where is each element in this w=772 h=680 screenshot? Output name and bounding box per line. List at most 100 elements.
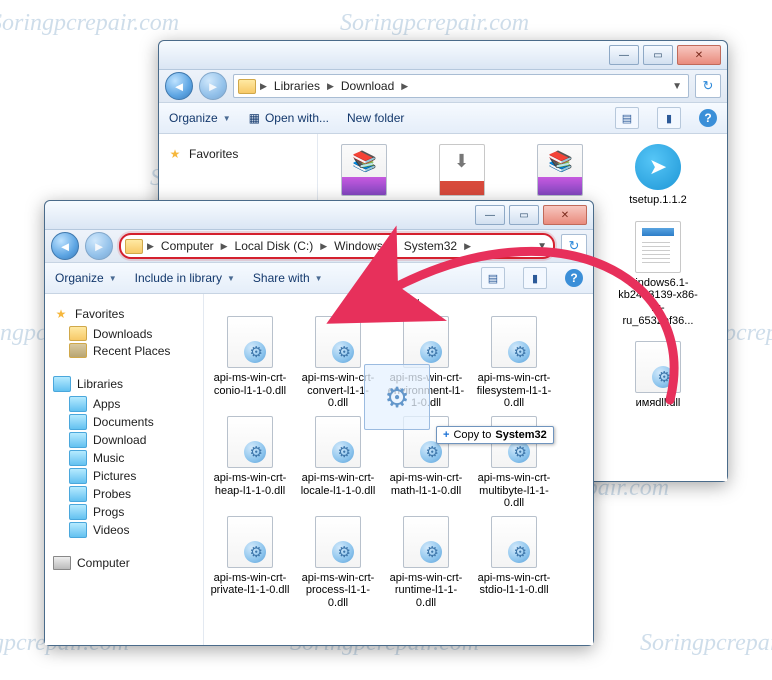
forward-button[interactable]: ► bbox=[199, 72, 227, 100]
nav-library-item[interactable]: Music bbox=[69, 450, 199, 466]
breadcrumb-item[interactable]: Local Disk (C:) bbox=[232, 238, 317, 254]
chevron-down-icon[interactable]: ▼ bbox=[535, 241, 549, 252]
breadcrumb-item[interactable]: Download bbox=[338, 78, 397, 94]
refresh-button[interactable]: ↻ bbox=[561, 234, 587, 258]
address-bar[interactable]: ▶ Computer ▶ Local Disk (C:) ▶ Windows ▶… bbox=[119, 233, 555, 259]
organize-menu[interactable]: Organize▼ bbox=[55, 271, 117, 285]
nav-library-item[interactable]: Probes bbox=[69, 486, 199, 502]
help-button[interactable]: ? bbox=[699, 109, 717, 127]
file-item[interactable]: api-ms-win-crt-math-l1-1-0.dll bbox=[386, 416, 466, 510]
close-button[interactable]: ✕ bbox=[677, 45, 721, 65]
dll-icon bbox=[315, 416, 361, 468]
dll-icon bbox=[227, 516, 273, 568]
file-item[interactable]: api-ms-win-crt-environment-l1-1-0.dll bbox=[386, 316, 466, 410]
telegram-icon: ➤ bbox=[635, 144, 681, 190]
dll-icon bbox=[403, 316, 449, 368]
folder-icon bbox=[69, 343, 87, 358]
rar-icon bbox=[537, 144, 583, 196]
file-item[interactable]: api-ms-win-crt-private-l1-1-0.dll bbox=[210, 516, 290, 610]
address-bar[interactable]: ▶ Libraries ▶ Download ▶ ▼ bbox=[233, 74, 689, 98]
include-in-library-menu[interactable]: Include in library▼ bbox=[135, 271, 235, 285]
new-folder-button[interactable]: New folder bbox=[347, 111, 404, 125]
nav-bar: ◄ ► ▶ Computer ▶ Local Disk (C:) ▶ Windo… bbox=[45, 230, 593, 263]
file-item[interactable]: api-ms-win-crt-process-l1-1-0.dll bbox=[298, 516, 378, 610]
file-item[interactable]: ➤tsetup.1.1.2 bbox=[618, 144, 698, 207]
library-icon bbox=[69, 486, 87, 502]
view-options[interactable]: ▤ bbox=[615, 107, 639, 129]
library-icon bbox=[69, 432, 87, 448]
dll-icon bbox=[227, 316, 273, 368]
nav-downloads[interactable]: Downloads bbox=[69, 326, 199, 341]
star-icon: ★ bbox=[167, 146, 183, 162]
file-item[interactable]: api-ms-win-crt-filesystem-l1-1-0.dll bbox=[474, 316, 554, 410]
forward-button[interactable]: ► bbox=[85, 232, 113, 260]
folder-icon bbox=[69, 326, 87, 341]
file-item[interactable]: имяdll.dll bbox=[618, 341, 698, 410]
dll-icon bbox=[491, 516, 537, 568]
dll-icon bbox=[491, 316, 537, 368]
dll-icon bbox=[315, 316, 361, 368]
back-button[interactable]: ◄ bbox=[165, 72, 193, 100]
close-button[interactable]: ✕ bbox=[543, 205, 587, 225]
file-item[interactable] bbox=[422, 144, 502, 207]
share-with-menu[interactable]: Share with▼ bbox=[253, 271, 323, 285]
breadcrumb-item[interactable]: Libraries bbox=[271, 78, 323, 94]
libraries-icon bbox=[53, 376, 71, 392]
minimize-button[interactable]: — bbox=[609, 45, 639, 65]
folder-icon bbox=[125, 239, 143, 254]
toolbar: Organize▼ Include in library▼ Share with… bbox=[45, 263, 593, 294]
organize-menu[interactable]: Organize▼ bbox=[169, 111, 231, 125]
library-icon bbox=[69, 414, 87, 430]
dll-icon bbox=[315, 516, 361, 568]
refresh-button[interactable]: ↻ bbox=[695, 74, 721, 98]
nav-recent-places[interactable]: Recent Places bbox=[69, 343, 199, 358]
view-options[interactable]: ▤ bbox=[481, 267, 505, 289]
breadcrumb-item[interactable]: Windows bbox=[331, 238, 386, 254]
text-file-icon bbox=[635, 221, 681, 273]
nav-library-item[interactable]: Videos bbox=[69, 522, 199, 538]
library-icon bbox=[69, 450, 87, 466]
preview-pane-toggle[interactable]: ▮ bbox=[657, 107, 681, 129]
maximize-button[interactable]: ▭ bbox=[643, 45, 673, 65]
content-pane[interactable]: l1-1-1.dll api-ms-win-crt-conio-l1-1-0.d… bbox=[204, 294, 593, 645]
file-item[interactable]: api-ms-win-crt-locale-l1-1-0.dll bbox=[298, 416, 378, 510]
file-item[interactable]: api-ms-win-crt-conio-l1-1-0.dll bbox=[210, 316, 290, 410]
breadcrumb-item[interactable]: System32 bbox=[401, 238, 460, 254]
favorites-section[interactable]: ★Favorites bbox=[53, 306, 199, 322]
star-icon: ★ bbox=[53, 306, 69, 322]
file-item[interactable]: api-ms-win-crt-convert-l1-1-0.dll bbox=[298, 316, 378, 410]
chevron-down-icon[interactable]: ▼ bbox=[670, 81, 684, 92]
file-item[interactable] bbox=[520, 144, 600, 207]
file-item[interactable]: windows6.1-kb2483139-x86-ru-ru_6532bf36.… bbox=[618, 221, 698, 328]
library-icon bbox=[69, 468, 87, 484]
preview-pane-toggle[interactable]: ▮ bbox=[523, 267, 547, 289]
titlebar: — ▭ ✕ bbox=[45, 201, 593, 230]
file-item[interactable]: api-ms-win-crt-heap-l1-1-0.dll bbox=[210, 416, 290, 510]
toolbar: Organize▼ ▦Open with... New folder ▤ ▮ ? bbox=[159, 103, 727, 134]
maximize-button[interactable]: ▭ bbox=[509, 205, 539, 225]
nav-library-item[interactable]: Pictures bbox=[69, 468, 199, 484]
libraries-section[interactable]: Libraries bbox=[53, 376, 199, 392]
file-item[interactable]: api-ms-win-crt-stdio-l1-1-0.dll bbox=[474, 516, 554, 610]
favorites-section[interactable]: ★Favorites bbox=[167, 146, 313, 162]
nav-library-item[interactable]: Apps bbox=[69, 396, 199, 412]
file-item[interactable]: api-ms-win-crt-multibyte-l1-1-0.dll bbox=[474, 416, 554, 510]
rar-icon bbox=[341, 144, 387, 196]
nav-library-item[interactable]: Download bbox=[69, 432, 199, 448]
nav-library-item[interactable]: Progs bbox=[69, 504, 199, 520]
nav-library-item[interactable]: Documents bbox=[69, 414, 199, 430]
file-item[interactable]: api-ms-win-crt-runtime-l1-1-0.dll bbox=[386, 516, 466, 610]
torrent-icon bbox=[439, 144, 485, 196]
back-button[interactable]: ◄ bbox=[51, 232, 79, 260]
partial-filename: l1-1-1.dll bbox=[210, 298, 587, 310]
open-with-button[interactable]: ▦Open with... bbox=[249, 111, 329, 125]
library-icon bbox=[69, 504, 87, 520]
breadcrumb-item[interactable]: Computer bbox=[158, 238, 217, 254]
navigation-pane: ★Favorites Downloads Recent Places Libra… bbox=[45, 294, 204, 645]
computer-section[interactable]: Computer bbox=[53, 556, 199, 570]
computer-icon bbox=[53, 556, 71, 570]
nav-bar: ◄ ► ▶ Libraries ▶ Download ▶ ▼ ↻ bbox=[159, 70, 727, 103]
file-item[interactable] bbox=[324, 144, 404, 207]
minimize-button[interactable]: — bbox=[475, 205, 505, 225]
help-button[interactable]: ? bbox=[565, 269, 583, 287]
